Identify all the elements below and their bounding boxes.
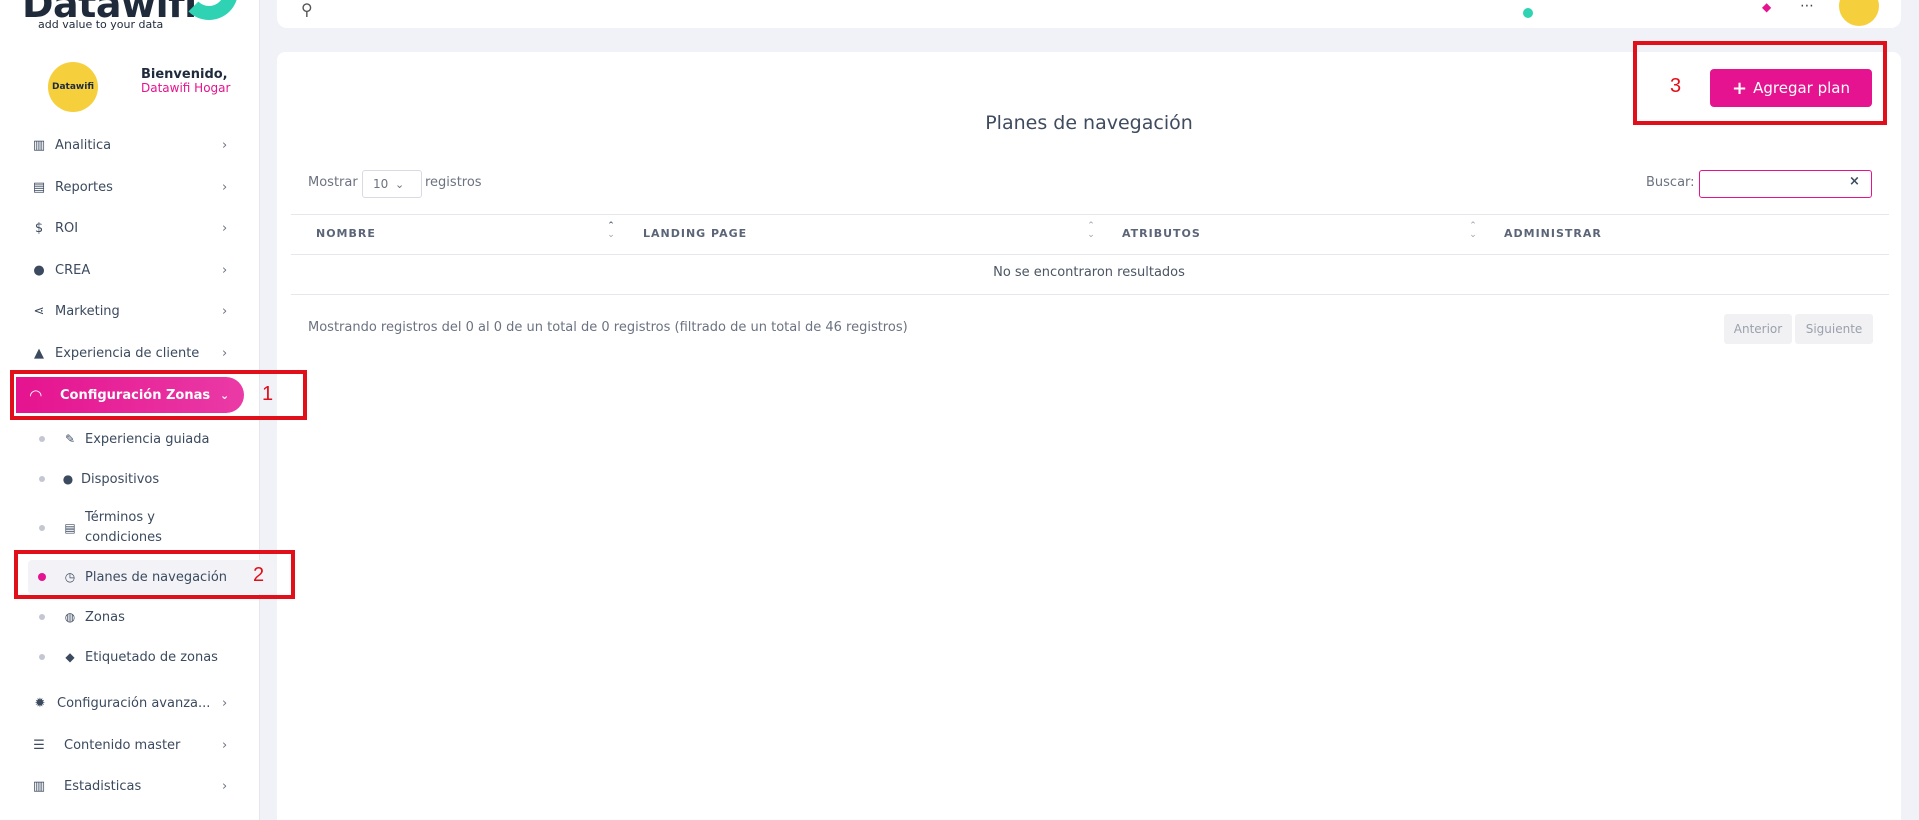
bullet	[39, 654, 45, 660]
chevron-right-icon: ›	[222, 137, 228, 153]
sidebar-item-analitica[interactable]: ▥ Analitica ›	[0, 128, 240, 162]
sort-icon[interactable]: ⌃ ⌄	[1467, 222, 1479, 240]
sidebar-item-label: Configuración avanza...	[57, 695, 211, 711]
bullet	[39, 436, 45, 442]
clear-search-icon[interactable]: ×	[1849, 174, 1860, 189]
sidebar-item-label: Marketing	[55, 303, 120, 319]
lightbulb-icon: ●	[33, 262, 45, 278]
top-bar: ⚲ ◆ ⋯	[277, 0, 1901, 28]
page-size-value: 10	[373, 177, 389, 191]
show-suffix: registros	[425, 175, 482, 190]
sidebar-item-crea[interactable]: ● CREA ›	[0, 253, 240, 287]
sidebar-item-marketing[interactable]: ⋖ Marketing ›	[0, 294, 240, 328]
chevron-right-icon: ›	[222, 778, 228, 794]
table-header-divider	[291, 254, 1889, 255]
chevron-right-icon: ›	[222, 737, 228, 753]
bullet	[39, 525, 45, 531]
magic-wand-icon: ✎	[64, 432, 76, 446]
sidebar-item-configuracion-avanzada[interactable]: ✹ Configuración avanza... ›	[0, 686, 240, 720]
table-border-bottom	[291, 294, 1889, 295]
avatar[interactable]: Datawifi	[48, 62, 98, 112]
bullet	[39, 614, 45, 620]
column-header-administrar: ADMINISTRAR	[1504, 227, 1602, 240]
sort-icon[interactable]: ⌃ ⌄	[1085, 222, 1097, 240]
search-label: Buscar:	[1646, 175, 1695, 190]
sidebar-item-reportes[interactable]: ▤ Reportes ›	[0, 170, 240, 204]
file-check-icon: ▤	[64, 521, 76, 535]
search-icon[interactable]: ⚲	[301, 0, 313, 19]
sidebar-subitem-label: Zonas	[85, 609, 125, 625]
sidebar-subitem-label: Etiquetado de zonas	[85, 649, 218, 665]
sidebar-subitem-label: Dispositivos	[81, 471, 160, 487]
sidebar-item-roi[interactable]: $ ROI ›	[0, 211, 240, 245]
sidebar-item-experiencia-cliente[interactable]: ▲ Experiencia de cliente ›	[0, 336, 240, 370]
sidebar-item-estadisticas[interactable]: ▥ Estadisticas ›	[0, 769, 240, 803]
column-header-atributos[interactable]: ATRIBUTOS	[1122, 227, 1201, 240]
chevron-down-icon: ⌄	[395, 177, 405, 191]
user-name: Datawifi Hogar	[141, 81, 231, 95]
bar-chart-icon: ▥	[32, 778, 46, 794]
map-pin-icon: ●	[62, 472, 74, 486]
sidebar-item-label: Experiencia de cliente	[55, 345, 200, 361]
column-header-nombre[interactable]: NOMBRE	[316, 227, 376, 240]
bullet	[39, 476, 45, 482]
search-input[interactable]	[1699, 170, 1872, 198]
annotation-number-3: 3	[1670, 75, 1682, 97]
page-size-select[interactable]: 10 ⌄	[362, 170, 422, 198]
sidebar-subitem-zonas[interactable]: ◍ Zonas	[0, 601, 250, 633]
chevron-right-icon: ›	[222, 220, 228, 236]
table-border-top	[291, 214, 1889, 215]
sidebar-subitem-experiencia-guiada[interactable]: ✎ Experiencia guiada	[0, 423, 250, 455]
welcome-text: Bienvenido,	[141, 67, 228, 82]
chevron-right-icon: ›	[222, 695, 228, 711]
previous-page-button[interactable]: Anterior	[1724, 314, 1792, 344]
avatar[interactable]	[1839, 0, 1879, 26]
main-card: + Agregar plan Planes de navegación Most…	[277, 52, 1901, 820]
show-label: Mostrar	[308, 175, 358, 190]
notification-icon[interactable]: ◆	[1762, 0, 1771, 14]
sidebar-subitem-label: Experiencia guiada	[85, 431, 210, 447]
share-icon: ⋖	[33, 303, 45, 319]
tags-icon: ◆	[65, 650, 75, 664]
table-info: Mostrando registros del 0 al 0 de un tot…	[308, 320, 908, 335]
sidebar-subitem-label: Términos y condiciones	[85, 510, 162, 545]
sidebar-subitem-etiquetado[interactable]: ◆ Etiquetado de zonas	[0, 641, 250, 673]
chevron-right-icon: ›	[222, 262, 228, 278]
sidebar-item-label: Estadisticas	[64, 778, 142, 794]
column-header-landing-page[interactable]: LANDING PAGE	[643, 227, 747, 240]
sidebar-item-label: ROI	[55, 220, 79, 236]
money-icon: $	[34, 220, 44, 236]
brand-tagline: add value to your data	[38, 18, 164, 31]
globe-icon: ◍	[64, 610, 76, 624]
sidebar-item-label: CREA	[55, 262, 91, 278]
sidebar-subitem-dispositivos[interactable]: ● Dispositivos	[0, 463, 250, 495]
status-dot-icon	[1523, 8, 1533, 18]
gear-icon: ✹	[34, 695, 46, 711]
sidebar-subitem-terminos[interactable]: ▤ Términos y condiciones	[0, 508, 250, 548]
brand-logo[interactable]: Datawifi add value to your data	[22, 0, 242, 37]
sidebar-item-label: Reportes	[55, 179, 113, 195]
annotation-number-1: 1	[262, 383, 274, 405]
sort-icon[interactable]: ⌃ ⌄	[605, 222, 617, 240]
next-page-button[interactable]: Siguiente	[1795, 314, 1873, 344]
empty-table-message: No se encontraron resultados	[993, 265, 1185, 280]
apps-grid-icon[interactable]: ⋯	[1800, 0, 1814, 14]
chevron-right-icon: ›	[222, 345, 228, 361]
bar-chart-icon: ▥	[32, 137, 46, 153]
annotation-number-2: 2	[253, 564, 265, 586]
sidebar-item-label: Analitica	[55, 137, 112, 153]
document-icon: ▤	[32, 179, 46, 195]
user-profile: Datawifi Bienvenido, Datawifi Hogar	[48, 62, 258, 116]
chevron-right-icon: ›	[222, 303, 228, 319]
sidebar-item-label: Contenido master	[64, 737, 181, 753]
chevron-right-icon: ›	[222, 179, 228, 195]
thumbs-up-icon: ▲	[34, 345, 44, 361]
list-icon: ☰	[33, 737, 45, 753]
sidebar-item-contenido-master[interactable]: ☰ Contenido master ›	[0, 728, 240, 762]
